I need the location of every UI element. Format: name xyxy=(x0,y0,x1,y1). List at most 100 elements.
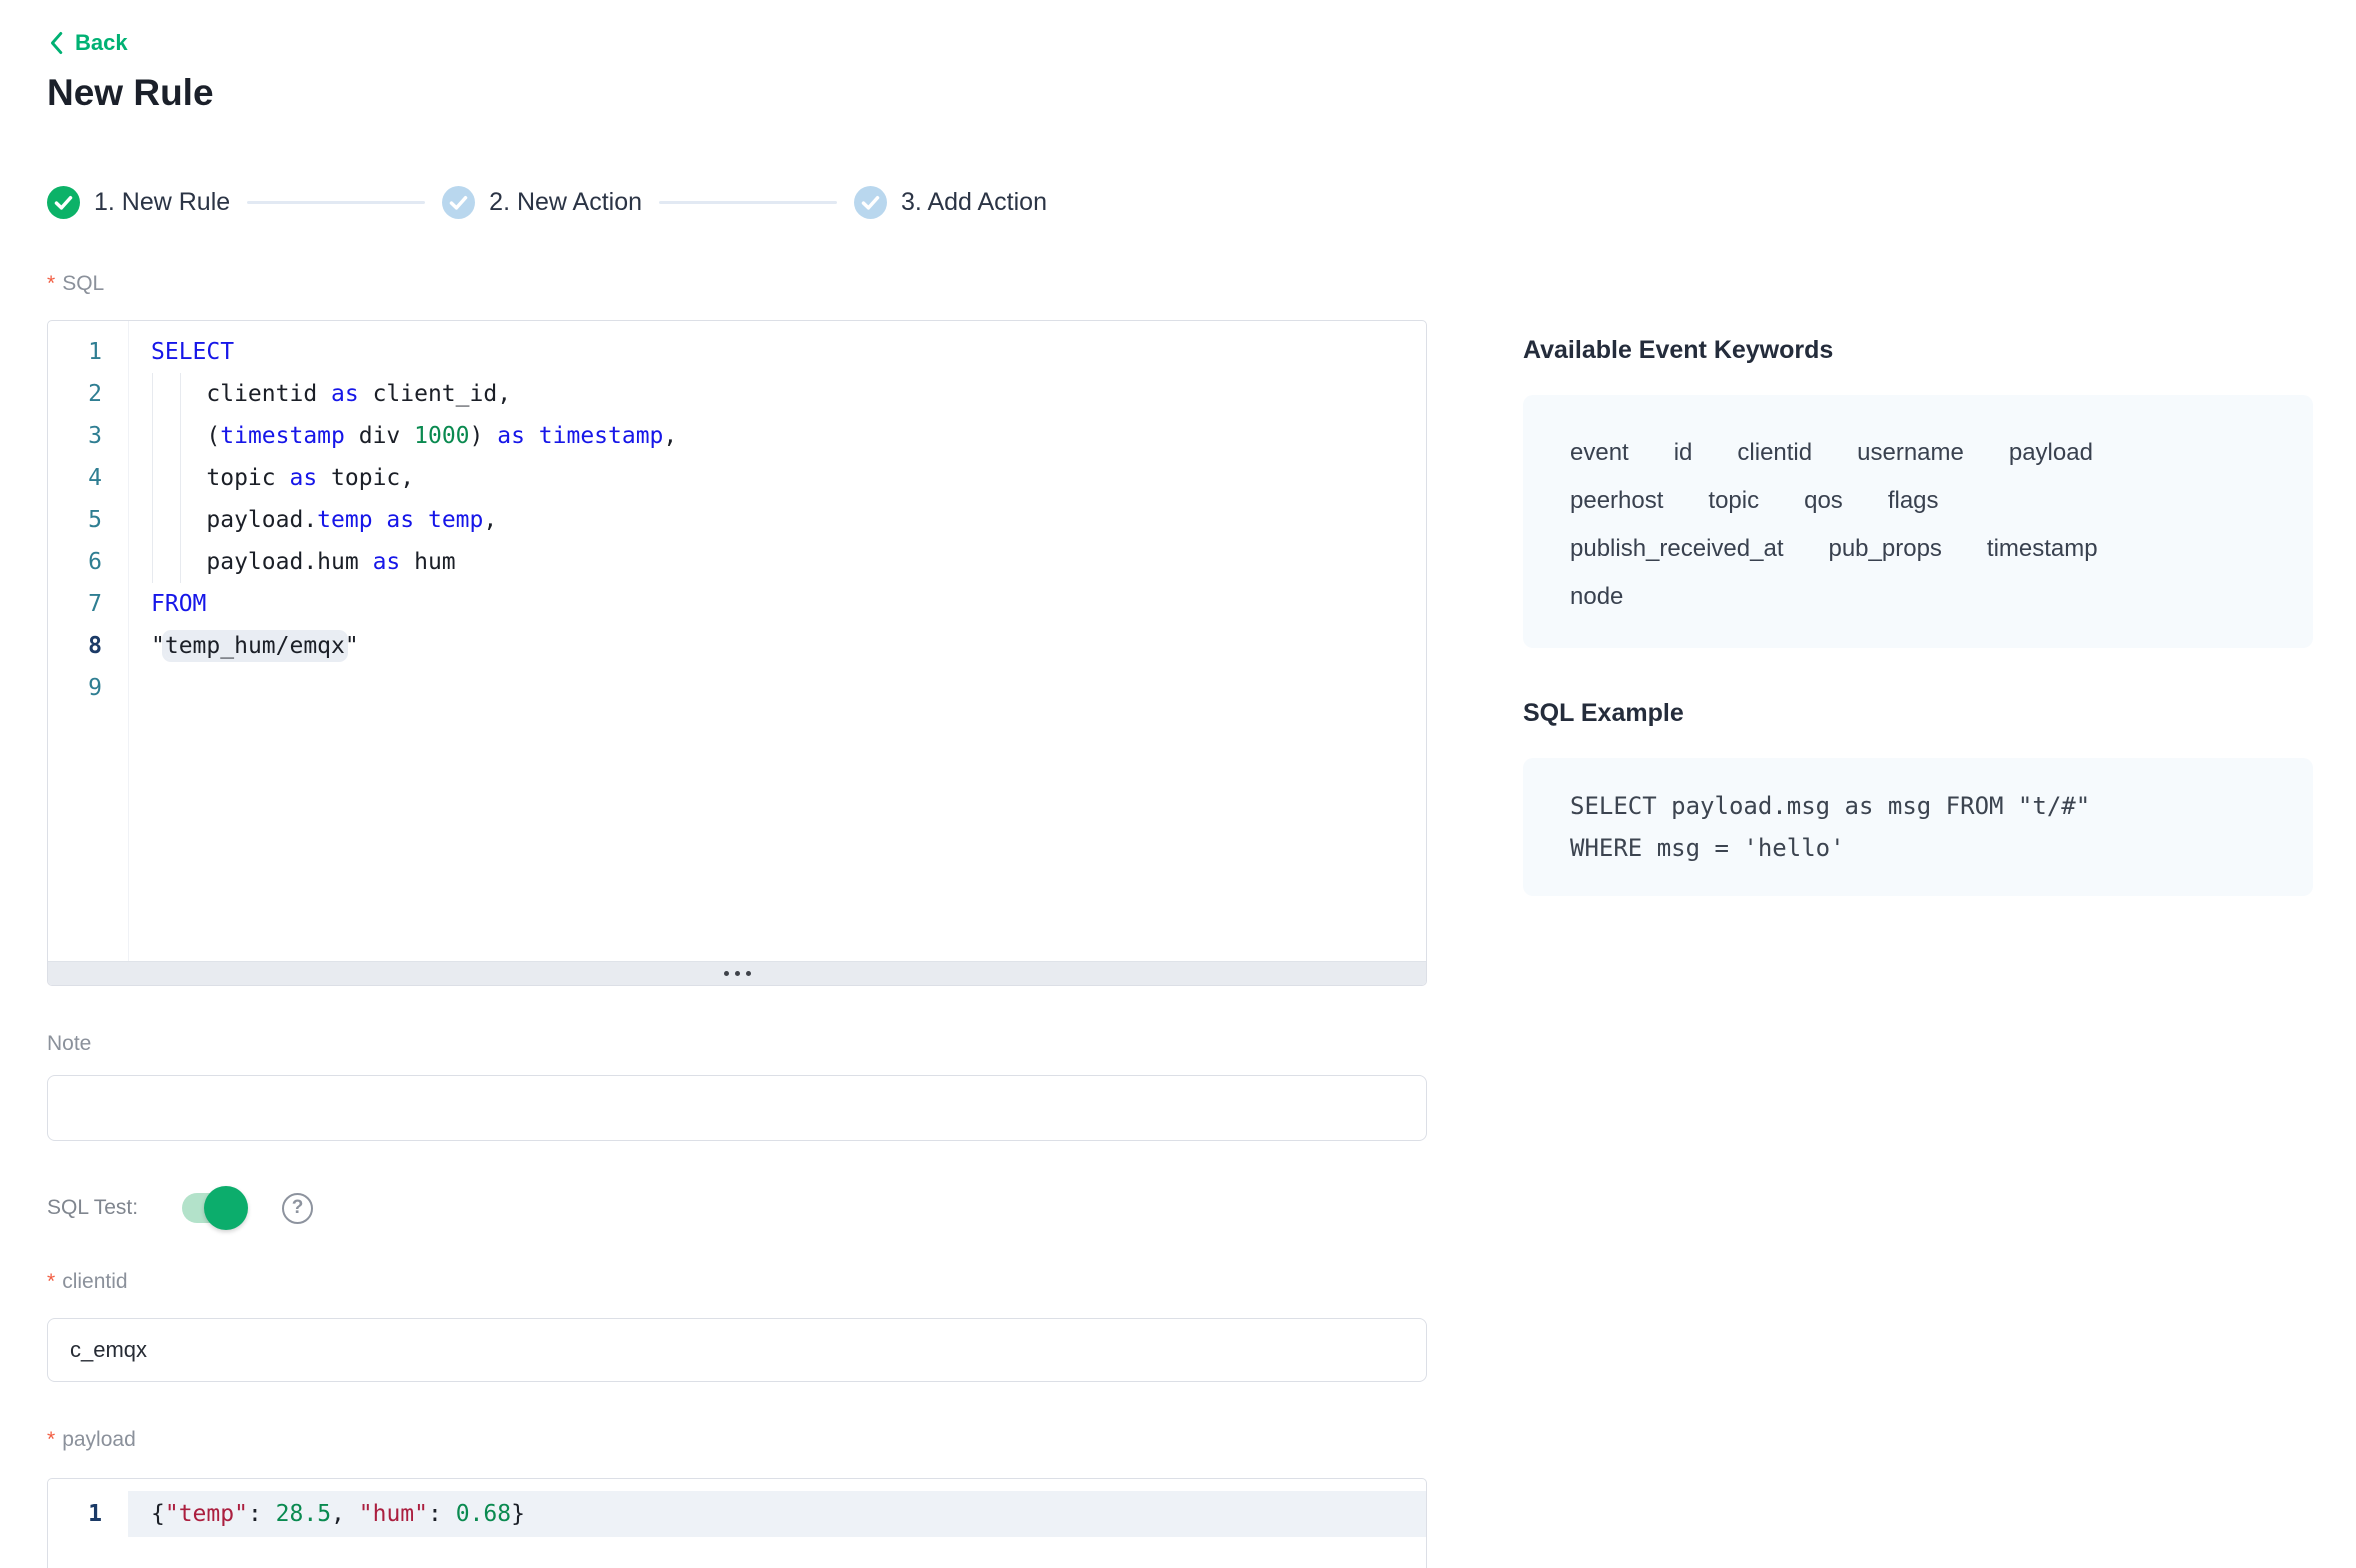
code-token: clientid xyxy=(151,381,331,407)
code-token: 1000 xyxy=(414,423,469,449)
step-label: 1. New Rule xyxy=(94,188,230,217)
code-token: "temp" xyxy=(165,1501,248,1527)
back-label: Back xyxy=(75,30,128,56)
keyword-item: clientid xyxy=(1737,429,1812,477)
help-icon[interactable] xyxy=(282,1193,313,1224)
code-line[interactable]: 5 payload.temp as temp, xyxy=(48,499,1426,541)
sql-code-area[interactable]: 1SELECT2 clientid as client_id,3 (timest… xyxy=(48,321,1426,985)
keyword-row: eventidclientidusernamepayload xyxy=(1570,429,2266,477)
code-line-content[interactable]: "temp_hum/emqx" xyxy=(128,625,1426,667)
code-line-content[interactable]: topic as topic, xyxy=(128,457,1426,499)
payload-code-area[interactable]: 1{"temp": 28.5, "hum": 0.68} xyxy=(48,1479,1426,1537)
sql-code-editor[interactable]: 1SELECT2 clientid as client_id,3 (timest… xyxy=(47,320,1427,986)
code-token: ) xyxy=(470,423,498,449)
code-token: temp xyxy=(317,507,372,533)
code-token: { xyxy=(151,1501,165,1527)
code-line-content[interactable]: payload.hum as hum xyxy=(128,541,1426,583)
line-number: 2 xyxy=(48,373,128,415)
note-field-label: Note xyxy=(47,1032,91,1056)
code-token: timestamp xyxy=(220,423,345,449)
sql-test-row: SQL Test: xyxy=(47,1186,313,1230)
keyword-item: publish_received_at xyxy=(1570,525,1783,573)
keyword-item: event xyxy=(1570,429,1629,477)
step-connector xyxy=(247,201,425,204)
sql-example-panel: SELECT payload.msg as msg FROM "t/#"WHER… xyxy=(1523,758,2313,896)
code-token: temp xyxy=(428,507,483,533)
code-token: as xyxy=(497,423,525,449)
check-circle-icon xyxy=(47,186,80,219)
code-line-content[interactable]: (timestamp div 1000) as timestamp, xyxy=(128,415,1426,457)
code-token: div xyxy=(345,423,414,449)
gutter-divider xyxy=(128,321,129,961)
code-line[interactable]: 1{"temp": 28.5, "hum": 0.68} xyxy=(48,1491,1426,1537)
code-token: } xyxy=(511,1501,525,1527)
code-token: as xyxy=(386,507,414,533)
code-token: " xyxy=(151,633,165,659)
code-line[interactable]: 2 clientid as client_id, xyxy=(48,373,1426,415)
clientid-input[interactable] xyxy=(47,1318,1427,1382)
check-circle-icon xyxy=(442,186,475,219)
back-link[interactable]: Back xyxy=(47,30,128,56)
code-token: 28.5 xyxy=(276,1501,331,1527)
line-number: 8 xyxy=(48,625,128,667)
payload-code-editor[interactable]: 1{"temp": 28.5, "hum": 0.68} xyxy=(47,1478,1427,1568)
code-token: payload.hum xyxy=(151,549,373,575)
code-token: timestamp xyxy=(539,423,664,449)
line-number: 7 xyxy=(48,583,128,625)
keyword-item: username xyxy=(1857,429,1964,477)
code-line-content[interactable]: payload.temp as temp, xyxy=(128,499,1426,541)
code-token: temp_hum/emqx xyxy=(165,633,345,659)
indent-guide xyxy=(152,373,153,583)
line-number: 3 xyxy=(48,415,128,457)
code-token xyxy=(373,507,387,533)
line-number: 1 xyxy=(48,1491,128,1537)
code-token: payload. xyxy=(151,507,317,533)
code-line-content[interactable]: {"temp": 28.5, "hum": 0.68} xyxy=(128,1491,1426,1537)
step-connector xyxy=(659,201,837,204)
code-token: : xyxy=(428,1501,456,1527)
code-token: as xyxy=(373,549,401,575)
code-line[interactable]: 3 (timestamp div 1000) as timestamp, xyxy=(48,415,1426,457)
keyword-item: qos xyxy=(1804,477,1843,525)
code-token: topic xyxy=(151,465,289,491)
keyword-item: peerhost xyxy=(1570,477,1663,525)
check-circle-icon xyxy=(854,186,887,219)
code-line-content[interactable] xyxy=(128,667,1426,709)
code-token: SELECT xyxy=(151,339,234,365)
payload-field-label: payload xyxy=(47,1428,136,1452)
keyword-item: payload xyxy=(2009,429,2093,477)
line-number: 9 xyxy=(48,667,128,709)
step-2-new-action: 2. New Action xyxy=(442,186,642,219)
line-number: 4 xyxy=(48,457,128,499)
code-line-content[interactable]: FROM xyxy=(128,583,1426,625)
code-line[interactable]: 7FROM xyxy=(48,583,1426,625)
note-input[interactable] xyxy=(47,1075,1427,1141)
code-line[interactable]: 4 topic as topic, xyxy=(48,457,1426,499)
sql-test-toggle[interactable] xyxy=(182,1193,246,1223)
page-title: New Rule xyxy=(47,72,214,114)
sql-example-line: SELECT payload.msg as msg FROM "t/#" xyxy=(1570,785,2266,827)
keyword-item: timestamp xyxy=(1987,525,2098,573)
code-token: , xyxy=(483,507,497,533)
code-line[interactable]: 1SELECT xyxy=(48,331,1426,373)
keyword-item: node xyxy=(1570,573,1623,621)
code-line-content[interactable]: clientid as client_id, xyxy=(128,373,1426,415)
code-line[interactable]: 8"temp_hum/emqx" xyxy=(48,625,1426,667)
code-token xyxy=(525,423,539,449)
clientid-field-label: clientid xyxy=(47,1270,128,1294)
code-token: : xyxy=(248,1501,276,1527)
code-token: hum xyxy=(400,549,455,575)
code-line-content[interactable]: SELECT xyxy=(128,331,1426,373)
code-line[interactable]: 9 xyxy=(48,667,1426,709)
sql-example-line: WHERE msg = 'hello' xyxy=(1570,827,2266,869)
keyword-row: peerhosttopicqosflags xyxy=(1570,477,2266,525)
keywords-panel-title: Available Event Keywords xyxy=(1523,336,1833,365)
editor-resize-handle[interactable] xyxy=(48,961,1426,985)
code-line[interactable]: 6 payload.hum as hum xyxy=(48,541,1426,583)
keyword-item: topic xyxy=(1708,477,1759,525)
code-token: 0.68 xyxy=(456,1501,511,1527)
keyword-item: pub_props xyxy=(1828,525,1941,573)
keyword-row: node xyxy=(1570,573,2266,621)
code-token: , xyxy=(331,1501,359,1527)
code-token: " xyxy=(345,633,359,659)
